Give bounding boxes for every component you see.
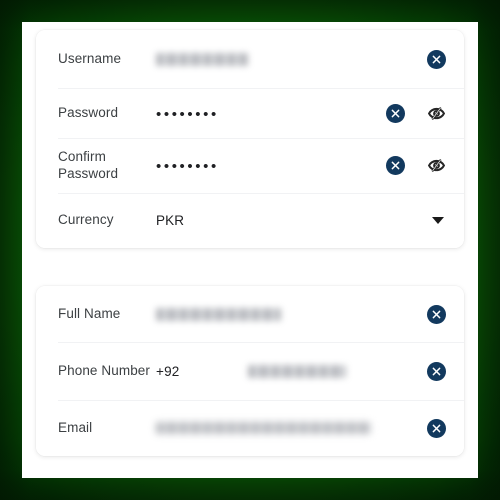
- form-row-full-name[interactable]: Full Name: [36, 286, 464, 342]
- clear-icon[interactable]: [427, 304, 446, 324]
- redacted-value-phone-number: [247, 364, 346, 378]
- value-full-name[interactable]: [156, 307, 417, 321]
- row-actions-password: [376, 103, 446, 123]
- redacted-value-email: [156, 422, 371, 434]
- value-phone-number[interactable]: +92: [156, 364, 417, 379]
- label-phone-number: Phone Number: [58, 362, 151, 378]
- masked-value-password: ••••••••: [156, 105, 219, 123]
- clear-icon[interactable]: [386, 156, 405, 175]
- profile-card: Full Name Phone Number +92 Email: [36, 286, 464, 456]
- eye-off-icon[interactable]: [427, 104, 446, 123]
- label-full-name: Full Name: [58, 305, 121, 321]
- form-row-email[interactable]: Email: [36, 400, 464, 456]
- clear-icon[interactable]: [427, 418, 446, 438]
- chevron-down-icon[interactable]: [432, 217, 444, 224]
- currency-selected-value: PKR: [156, 213, 185, 228]
- value-email[interactable]: [156, 422, 417, 434]
- form-row-phone-number[interactable]: Phone Number +92: [36, 342, 464, 400]
- clear-icon[interactable]: [427, 361, 446, 381]
- masked-value-confirm-password: ••••••••: [156, 158, 219, 175]
- row-actions-email: [417, 418, 446, 438]
- label-email: Email: [58, 419, 93, 435]
- form-row-currency[interactable]: Currency PKR: [36, 193, 464, 248]
- screenshot-root: Username Password •••••••• Confirm Passw…: [0, 0, 500, 500]
- form-row-password[interactable]: Password ••••••••: [36, 88, 464, 138]
- eye-off-icon[interactable]: [427, 156, 446, 175]
- value-confirm-password[interactable]: ••••••••: [156, 158, 376, 175]
- account-card: Username Password •••••••• Confirm Passw…: [36, 30, 464, 248]
- form-row-confirm-password[interactable]: Confirm Password ••••••••: [36, 138, 464, 193]
- row-actions-full-name: [417, 304, 446, 324]
- row-actions-currency: [422, 217, 446, 224]
- clear-icon[interactable]: [386, 103, 405, 123]
- label-confirm-password: Confirm Password: [58, 149, 119, 181]
- clear-icon[interactable]: [427, 49, 446, 69]
- row-actions-username: [417, 49, 446, 69]
- phone-country-code: +92: [156, 363, 180, 379]
- form-row-username[interactable]: Username: [36, 30, 464, 88]
- row-actions-confirm-password: [376, 156, 446, 175]
- redacted-value-full-name: [156, 307, 281, 321]
- label-password: Password: [58, 104, 119, 120]
- value-password[interactable]: ••••••••: [156, 105, 376, 123]
- value-currency[interactable]: PKR: [156, 213, 422, 228]
- label-currency: Currency: [58, 212, 114, 228]
- row-actions-phone-number: [417, 361, 446, 381]
- value-username[interactable]: [156, 52, 417, 66]
- redacted-value-username: [156, 52, 248, 66]
- label-username: Username: [58, 50, 122, 66]
- form-panel: Username Password •••••••• Confirm Passw…: [22, 22, 478, 478]
